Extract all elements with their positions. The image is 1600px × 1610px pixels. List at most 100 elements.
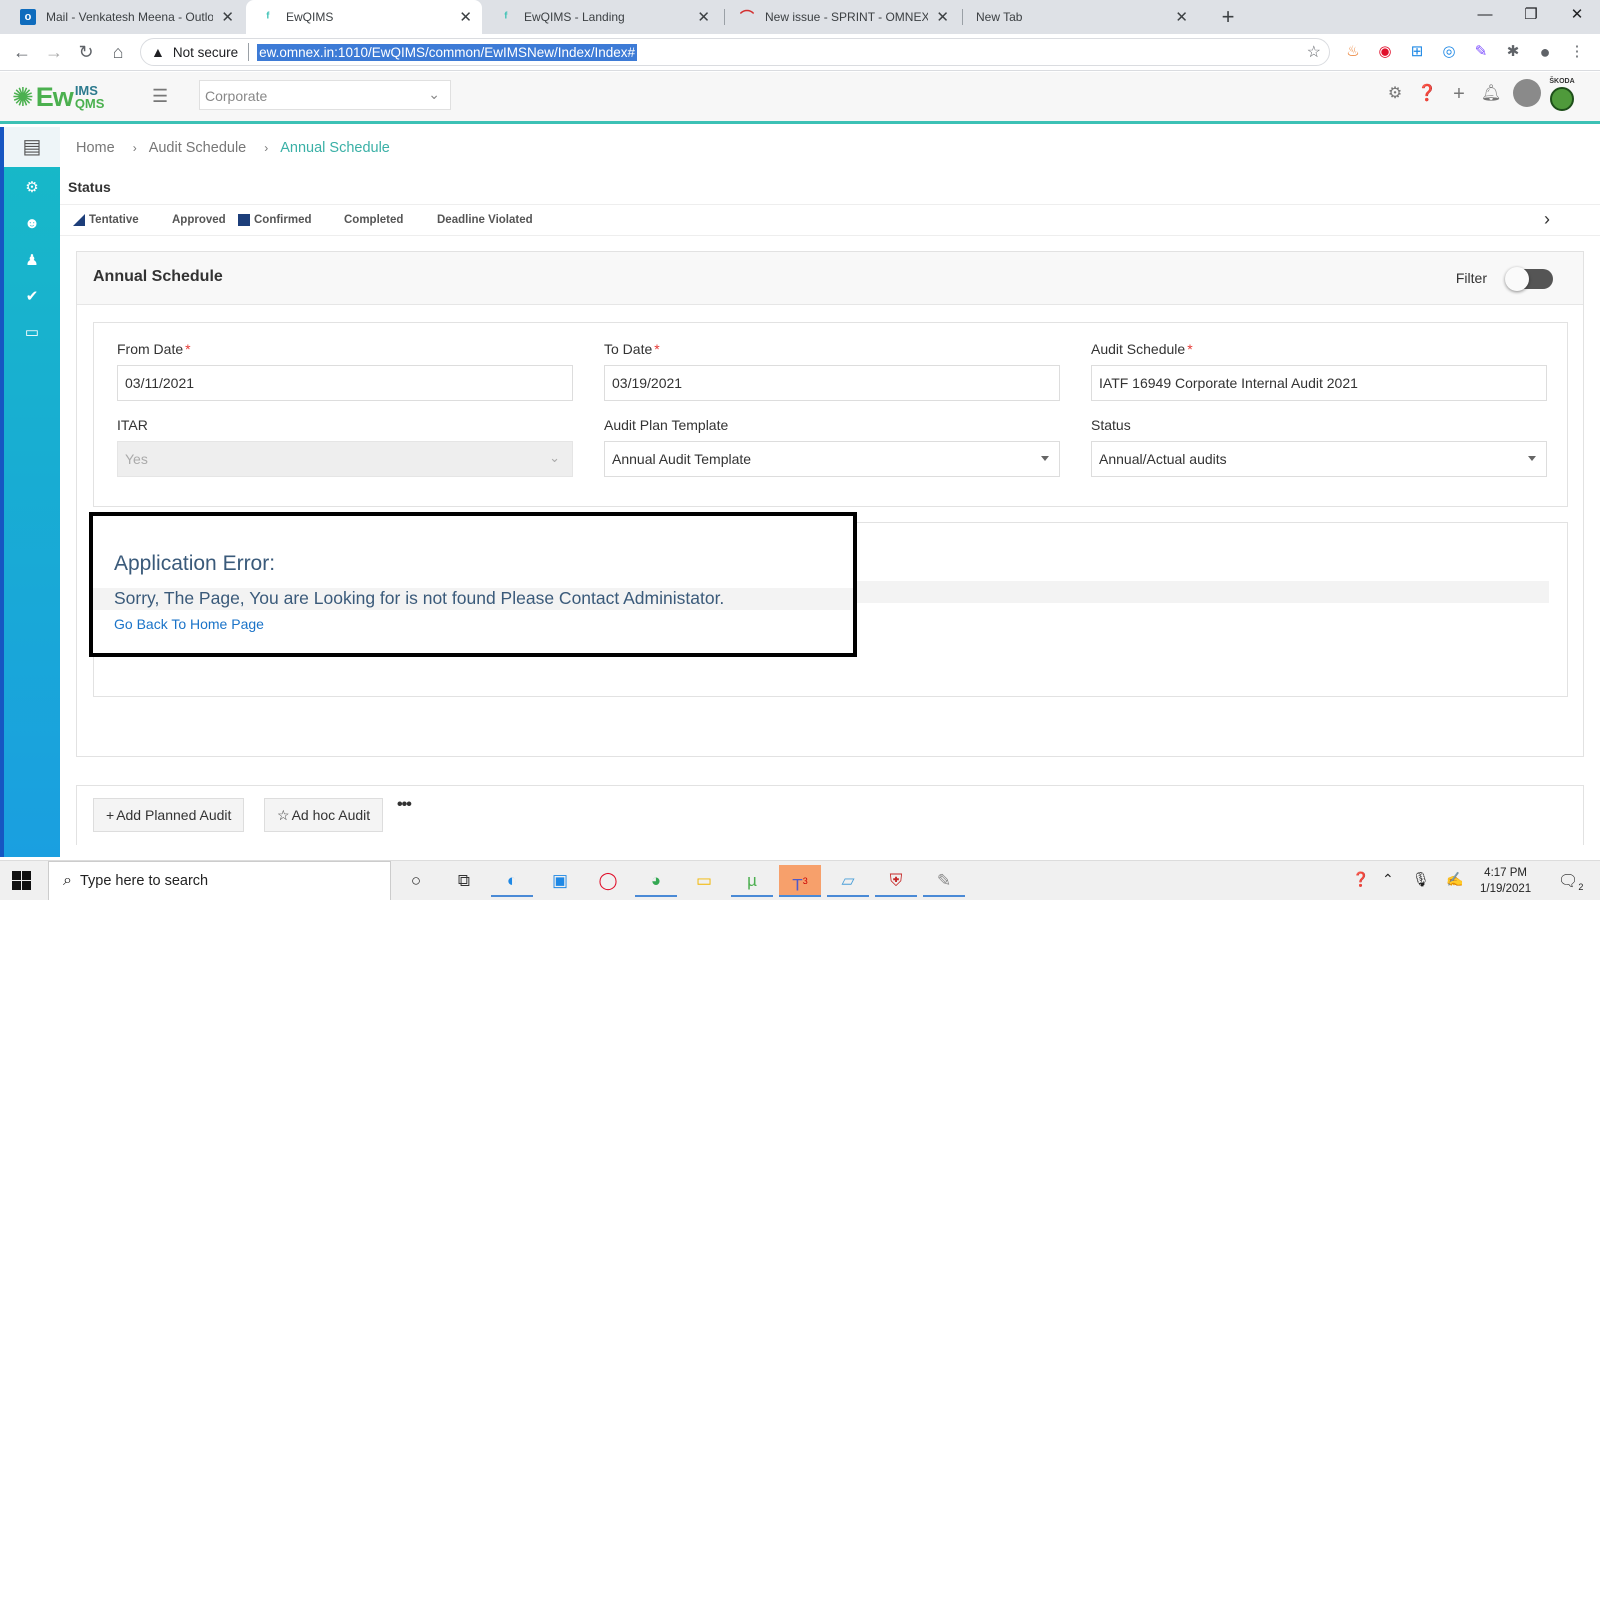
bookmark-star-icon[interactable]: ☆ xyxy=(1307,42,1321,62)
toggle-knob xyxy=(1505,267,1529,291)
cortana-icon[interactable]: ○ xyxy=(395,865,437,897)
profile-icon[interactable]: ● xyxy=(1534,41,1556,63)
notepad-icon[interactable]: ▱ xyxy=(827,865,869,897)
breadcrumb-home[interactable]: Home xyxy=(76,140,115,156)
forward-icon[interactable]: → xyxy=(40,38,68,66)
outlook-icon: o xyxy=(20,9,36,25)
security-label[interactable]: Not secure xyxy=(173,45,238,60)
schedule-form: From Date * 03/11/2021 To Date * 03/19/202… xyxy=(93,322,1568,507)
add-planned-audit-button[interactable]: + Add Planned Audit xyxy=(93,798,245,832)
confirmed-swatch xyxy=(238,214,250,226)
new-tab-button[interactable]: + xyxy=(1214,3,1242,31)
home-icon[interactable]: ⌂ xyxy=(104,38,132,66)
utorrent-icon[interactable]: µ xyxy=(731,865,773,897)
teams-icon[interactable]: T3 xyxy=(779,865,821,897)
reload-icon[interactable]: ↻ xyxy=(72,38,100,66)
chevron-down-icon: ⌄ xyxy=(549,450,560,465)
itar-select[interactable]: Yes ⌄ xyxy=(117,441,573,477)
address-bar[interactable]: ▲ Not secure ew.omnex.in:1010/EwQIMS/com… xyxy=(140,38,1330,66)
status-select[interactable]: Annual/Actual audits xyxy=(1091,441,1547,477)
status-heading: Status xyxy=(68,179,111,195)
ewqims-logo[interactable]: ✺ Ew IMS QMS xyxy=(12,80,104,114)
opera-taskbar-icon[interactable]: ◯ xyxy=(587,865,629,897)
help-tray-icon[interactable]: ❓ xyxy=(1352,871,1369,888)
browser-toolbar: ← → ↻ ⌂ ▲ Not secure ew.omnex.in:1010/Ew… xyxy=(0,34,1600,71)
more-options-icon[interactable]: ••• xyxy=(397,796,412,814)
restore-icon[interactable]: ❐ xyxy=(1508,0,1554,30)
audit-plan-template-select[interactable]: Annual Audit Template xyxy=(604,441,1060,477)
extensions-puzzle-icon[interactable]: ✱ xyxy=(1502,41,1524,63)
tab-outlook[interactable]: o Mail - Venkatesh Meena - Outlook ✕ xyxy=(6,0,244,34)
help-icon[interactable]: ❓ xyxy=(1415,82,1439,106)
close-tab-icon[interactable]: ✕ xyxy=(936,8,949,26)
extension-circle-icon[interactable]: ◎ xyxy=(1438,41,1460,63)
back-icon[interactable]: ← xyxy=(8,38,36,66)
skoda-emblem-icon xyxy=(1550,87,1574,111)
sidebar-item-settings-icon[interactable]: ⚙ xyxy=(4,174,60,202)
go-home-link[interactable]: Go Back To Home Page xyxy=(114,616,264,632)
adhoc-audit-button[interactable]: ☆ Ad hoc Audit xyxy=(264,798,384,832)
audit-schedule-input[interactable]: IATF 16949 Corporate Internal Audit 2021 xyxy=(1091,365,1547,401)
panel-header: Annual Schedule Filter xyxy=(77,252,1583,305)
close-window-icon[interactable]: ✕ xyxy=(1554,0,1600,30)
windows-extension-icon[interactable]: ⊞ xyxy=(1406,41,1428,63)
tentative-swatch xyxy=(73,214,85,226)
file-explorer-icon[interactable]: ▭ xyxy=(683,865,725,897)
app-header: ✺ Ew IMS QMS ☰ Corporate ⌄ ⚙ ❓ + 🔔︎ ŠKOD… xyxy=(0,72,1600,124)
action-center-icon[interactable]: 🗨︎2 xyxy=(1558,871,1583,892)
paint-icon[interactable]: ✎ xyxy=(923,865,965,897)
close-tab-icon[interactable]: ✕ xyxy=(459,8,472,26)
edge-icon[interactable]: ◐ xyxy=(491,865,533,897)
to-date-group: To Date * 03/19/2021 xyxy=(604,341,1060,401)
task-view-icon[interactable]: ⧉ xyxy=(443,865,485,897)
application-error-box: Application Error: Sorry, The Page, You … xyxy=(89,512,857,657)
extension-flame-icon[interactable]: ♨ xyxy=(1342,41,1364,63)
settings-gear-icon[interactable]: ⚙ xyxy=(1383,82,1407,106)
close-tab-icon[interactable]: ✕ xyxy=(221,8,234,26)
windows-start-icon[interactable] xyxy=(12,871,32,891)
outlook-taskbar-icon[interactable]: ▣ xyxy=(539,865,581,897)
sidebar-item-user-check-icon[interactable]: ✔ xyxy=(4,283,60,311)
breadcrumb-audit-schedule[interactable]: Audit Schedule xyxy=(149,140,247,156)
skoda-logo: ŠKODA xyxy=(1547,78,1577,114)
legend-next-chevron-icon[interactable]: › xyxy=(1544,209,1550,230)
chrome-icon[interactable]: ◕ xyxy=(635,865,677,897)
from-date-input[interactable]: 03/11/2021 xyxy=(117,365,573,401)
breadcrumb: Home › Audit Schedule › Annual Schedule xyxy=(76,140,390,156)
sidebar-item-group-icon[interactable]: ☻ xyxy=(4,210,60,238)
pen-extension-icon[interactable]: ✎ xyxy=(1470,41,1492,63)
system-clock[interactable]: 4:17 PM 1/19/2021 xyxy=(1480,865,1531,897)
site-selector[interactable]: Corporate ⌄ xyxy=(199,80,451,110)
add-icon[interactable]: + xyxy=(1447,82,1471,106)
tray-chevron-up-icon[interactable]: ⌃ xyxy=(1382,871,1394,888)
hamburger-menu-icon[interactable]: ☰ xyxy=(152,86,168,107)
close-tab-icon[interactable]: ✕ xyxy=(1175,8,1188,26)
shield-app-icon[interactable]: ⛨ xyxy=(875,865,917,897)
opera-icon[interactable]: ◉ xyxy=(1374,41,1396,63)
tab-ewqims-landing[interactable]: ᶠ EwQIMS - Landing ✕ xyxy=(484,0,720,34)
dropdown-caret-icon xyxy=(1041,456,1049,461)
divider xyxy=(248,43,250,61)
sidebar-item-audit-icon[interactable]: ▤ xyxy=(4,127,60,167)
microphone-icon[interactable]: 🎙︎ xyxy=(1412,871,1430,888)
filter-label: Filter xyxy=(1455,270,1487,286)
sidebar-item-presentation-icon[interactable]: ▭ xyxy=(4,319,60,347)
itar-group: ITAR Yes ⌄ xyxy=(117,417,573,477)
pen-tray-icon[interactable]: ✍ xyxy=(1446,871,1463,888)
filter-toggle[interactable] xyxy=(1505,267,1553,291)
tab-jira[interactable]: ⌒ New issue - SPRINT - OMNEX ISSUE ✕ xyxy=(725,0,959,34)
browser-tab-strip: o Mail - Venkatesh Meena - Outlook ✕ ᶠ E… xyxy=(0,0,1600,34)
tab-ewqims[interactable]: ᶠ EwQIMS ✕ xyxy=(246,0,482,34)
menu-kebab-icon[interactable]: ⋮ xyxy=(1566,41,1588,63)
sidebar-item-user-settings-icon[interactable]: ♟ xyxy=(4,247,60,275)
close-tab-icon[interactable]: ✕ xyxy=(697,8,710,26)
tab-new[interactable]: New Tab ✕ xyxy=(962,0,1198,34)
user-avatar[interactable] xyxy=(1513,79,1541,107)
minimize-icon[interactable]: — xyxy=(1462,0,1508,30)
status-legend: Tentative Approved Confirmed Completed D… xyxy=(60,204,1600,236)
notification-bell-icon[interactable]: 🔔︎ xyxy=(1479,82,1503,106)
to-date-input[interactable]: 03/19/2021 xyxy=(604,365,1060,401)
taskbar-search[interactable]: ⌕ Type here to search xyxy=(48,861,391,900)
from-date-group: From Date * 03/11/2021 xyxy=(117,341,573,401)
url-text[interactable]: ew.omnex.in:1010/EwQIMS/common/EwIMSNew/… xyxy=(257,43,638,61)
